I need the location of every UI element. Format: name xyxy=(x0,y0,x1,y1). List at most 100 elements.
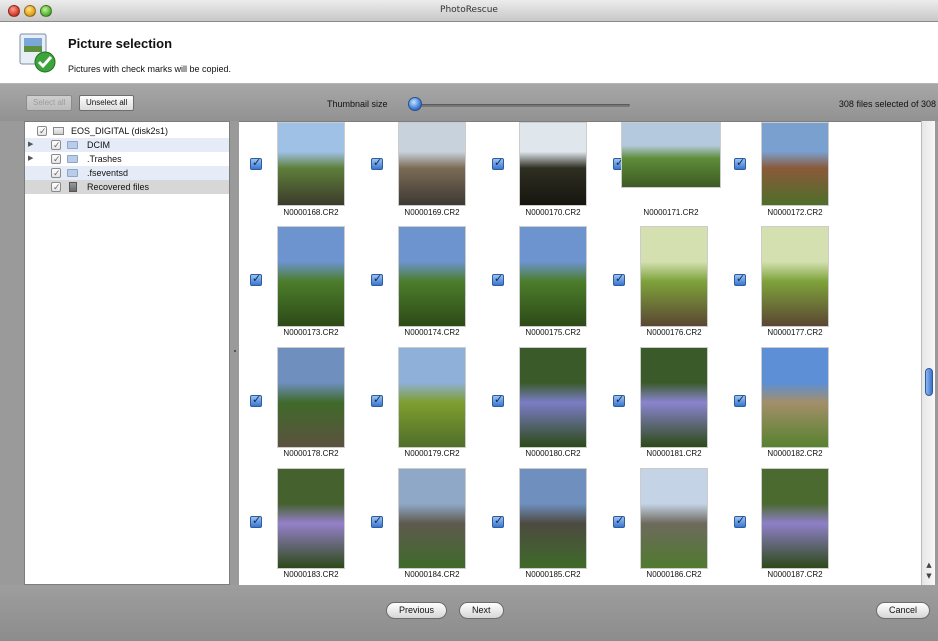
thumbnail-cell[interactable]: N0000180.CR2 xyxy=(481,346,601,464)
thumbnail-cell[interactable]: N0000176.CR2 xyxy=(602,225,722,343)
disclosure-triangle-icon[interactable]: ▶ xyxy=(28,152,33,166)
thumbnail-cell[interactable]: N0000168.CR2 xyxy=(239,122,359,240)
thumbnail-size-label: Thumbnail size xyxy=(327,99,388,109)
thumbnail-checkbox[interactable] xyxy=(492,514,504,528)
thumbnail-cell[interactable]: N0000177.CR2 xyxy=(723,225,843,343)
photo-thumbnail[interactable] xyxy=(640,347,708,448)
thumbnail-checkbox[interactable] xyxy=(371,272,383,286)
photo-thumbnail[interactable] xyxy=(519,122,587,206)
thumbnail-cell[interactable]: N0000173.CR2 xyxy=(239,225,359,343)
cancel-button[interactable]: Cancel xyxy=(876,602,931,619)
photo-thumbnail[interactable] xyxy=(398,347,466,448)
tree-checkbox[interactable] xyxy=(51,138,61,152)
thumbnail-filename: N0000180.CR2 xyxy=(525,449,581,458)
thumbnail-size-slider[interactable] xyxy=(420,104,630,107)
thumbnail-checkbox[interactable] xyxy=(613,272,625,286)
tree-item-label: Recovered files xyxy=(87,182,150,192)
thumbnail-checkbox[interactable] xyxy=(613,514,625,528)
photo-thumbnail[interactable] xyxy=(640,468,708,569)
thumbnail-checkbox[interactable] xyxy=(371,514,383,528)
folder-tree[interactable]: EOS_DIGITAL (disk2s1) ▶ DCIM ▶ .Trashes … xyxy=(24,121,230,585)
title-bar: PhotoRescue xyxy=(0,0,938,22)
thumbnail-filename: N0000171.CR2 xyxy=(643,208,699,217)
photo-thumbnail[interactable] xyxy=(277,468,345,569)
tree-item-eos-digital[interactable]: EOS_DIGITAL (disk2s1) xyxy=(25,124,229,138)
header: Picture selection Pictures with check ma… xyxy=(0,22,938,84)
thumbnail-cell[interactable]: N0000186.CR2 xyxy=(602,467,722,585)
photo-thumbnail[interactable] xyxy=(277,347,345,448)
thumbnail-checkbox[interactable] xyxy=(734,514,746,528)
thumbnail-filename: N0000178.CR2 xyxy=(283,449,339,458)
thumbnail-cell[interactable]: N0000171.CR2 xyxy=(602,122,722,240)
photo-thumbnail[interactable] xyxy=(761,226,829,327)
thumbnail-checkbox[interactable] xyxy=(371,156,383,170)
next-button[interactable]: Next xyxy=(459,602,504,619)
tree-checkbox[interactable] xyxy=(51,166,61,180)
tree-item-dcim[interactable]: ▶ DCIM xyxy=(25,138,229,152)
thumbnail-cell[interactable]: N0000183.CR2 xyxy=(239,467,359,585)
thumbnail-checkbox[interactable] xyxy=(734,393,746,407)
photo-thumbnail[interactable] xyxy=(640,226,708,327)
photo-thumbnail[interactable] xyxy=(519,226,587,327)
thumbnail-cell[interactable]: N0000175.CR2 xyxy=(481,225,601,343)
tree-checkbox[interactable] xyxy=(37,124,47,138)
previous-button[interactable]: Previous xyxy=(386,602,448,619)
panel-splitter[interactable] xyxy=(231,121,239,585)
thumbnail-filename: N0000185.CR2 xyxy=(525,570,581,579)
thumbnail-cell[interactable]: N0000169.CR2 xyxy=(360,122,480,240)
tree-item-label: DCIM xyxy=(87,140,110,150)
thumbnail-filename: N0000182.CR2 xyxy=(767,449,823,458)
thumbnail-cell[interactable]: N0000172.CR2 xyxy=(723,122,843,240)
thumbnail-checkbox[interactable] xyxy=(250,393,262,407)
thumbnail-checkbox[interactable] xyxy=(492,272,504,286)
tree-checkbox[interactable] xyxy=(51,180,61,194)
thumbnail-checkbox[interactable] xyxy=(492,393,504,407)
tree-item-fseventsd[interactable]: .fseventsd xyxy=(25,166,229,180)
thumbnail-filename: N0000174.CR2 xyxy=(404,328,460,337)
thumbnail-cell[interactable]: N0000187.CR2 xyxy=(723,467,843,585)
thumbnail-checkbox[interactable] xyxy=(250,514,262,528)
grid-scrollbar[interactable] xyxy=(921,121,935,585)
disk-icon xyxy=(53,127,64,135)
thumbnail-filename: N0000170.CR2 xyxy=(525,208,581,217)
thumbnail-filename: N0000186.CR2 xyxy=(646,570,702,579)
scroll-up-arrow-icon[interactable]: ▲ xyxy=(924,561,934,569)
thumbnail-cell[interactable]: N0000182.CR2 xyxy=(723,346,843,464)
thumbnail-checkbox[interactable] xyxy=(734,272,746,286)
thumbnail-cell[interactable]: N0000181.CR2 xyxy=(602,346,722,464)
photo-thumbnail[interactable] xyxy=(519,347,587,448)
thumbnail-filename: N0000187.CR2 xyxy=(767,570,823,579)
unselect-all-button[interactable]: Unselect all xyxy=(79,95,135,111)
thumbnail-cell[interactable]: N0000174.CR2 xyxy=(360,225,480,343)
photo-thumbnail[interactable] xyxy=(398,226,466,327)
tree-checkbox[interactable] xyxy=(51,152,61,166)
tree-item-trashes[interactable]: ▶ .Trashes xyxy=(25,152,229,166)
photo-thumbnail[interactable] xyxy=(398,122,466,206)
photo-thumbnail[interactable] xyxy=(621,122,721,188)
thumbnail-checkbox[interactable] xyxy=(371,393,383,407)
thumbnail-checkbox[interactable] xyxy=(250,156,262,170)
grid-scrollbar-thumb[interactable] xyxy=(925,368,933,396)
disclosure-triangle-icon[interactable]: ▶ xyxy=(28,138,33,152)
photo-thumbnail[interactable] xyxy=(277,226,345,327)
thumbnail-checkbox[interactable] xyxy=(734,156,746,170)
scroll-down-arrow-icon[interactable]: ▼ xyxy=(924,572,934,580)
thumbnail-size-slider-knob[interactable] xyxy=(408,97,422,111)
photo-thumbnail[interactable] xyxy=(398,468,466,569)
photo-thumbnail[interactable] xyxy=(277,122,345,206)
thumbnail-cell[interactable]: N0000185.CR2 xyxy=(481,467,601,585)
select-all-button[interactable]: Select all xyxy=(26,95,73,111)
thumbnail-checkbox[interactable] xyxy=(613,393,625,407)
photo-thumbnail[interactable] xyxy=(519,468,587,569)
thumbnail-cell[interactable]: N0000170.CR2 xyxy=(481,122,601,240)
trash-icon xyxy=(69,182,77,192)
photo-thumbnail[interactable] xyxy=(761,122,829,206)
thumbnail-cell[interactable]: N0000184.CR2 xyxy=(360,467,480,585)
thumbnail-checkbox[interactable] xyxy=(492,156,504,170)
thumbnail-cell[interactable]: N0000178.CR2 xyxy=(239,346,359,464)
thumbnail-cell[interactable]: N0000179.CR2 xyxy=(360,346,480,464)
photo-thumbnail[interactable] xyxy=(761,347,829,448)
photo-thumbnail[interactable] xyxy=(761,468,829,569)
thumbnail-checkbox[interactable] xyxy=(250,272,262,286)
tree-item-recovered-files[interactable]: Recovered files xyxy=(25,180,229,194)
